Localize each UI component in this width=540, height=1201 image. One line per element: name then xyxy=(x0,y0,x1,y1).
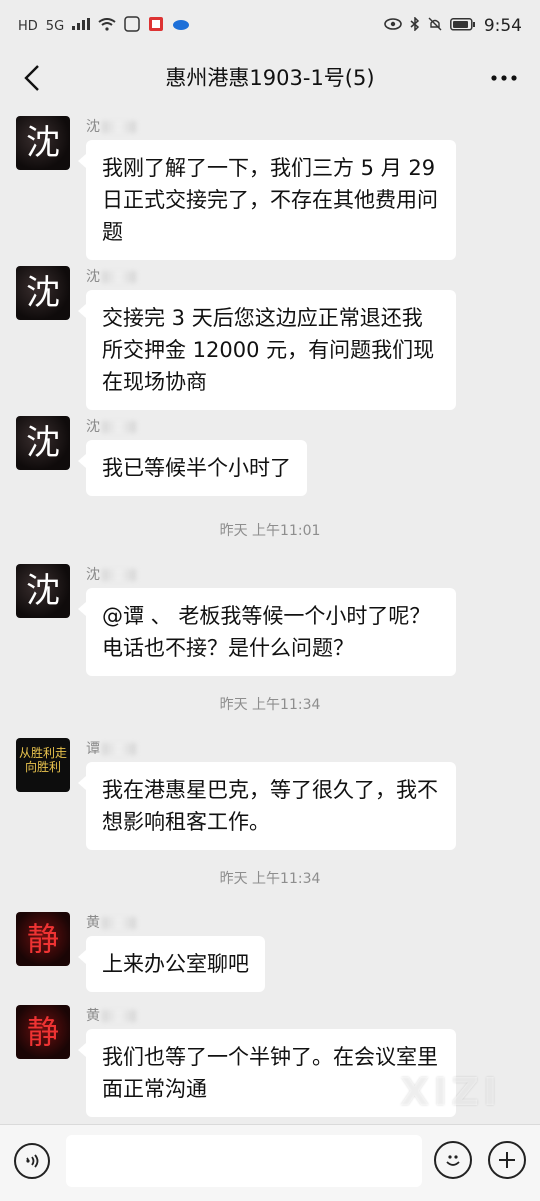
sender-avatar[interactable]: 沈 xyxy=(16,266,70,320)
voice-button[interactable] xyxy=(14,1143,50,1179)
message-bubble[interactable]: 上来办公室聊吧 xyxy=(78,936,265,992)
status-time: 9:54 xyxy=(483,16,522,36)
message-timestamp: 昨天 上午11:01 xyxy=(219,523,321,539)
message-bubble[interactable]: 我在港惠星巴克，等了很久了，我不想影响租客工作。 xyxy=(78,762,456,850)
message-bubble[interactable]: @谭 、 老板我等候一个小时了呢？电话也不接？是什么问题？ xyxy=(78,588,456,676)
sender-avatar[interactable]: 静 xyxy=(16,1005,70,1059)
sender-avatar[interactable]: 沈 xyxy=(16,416,70,470)
battery-icon xyxy=(449,17,476,35)
sender-name: 谭 xyxy=(86,738,136,758)
message-bubble[interactable]: 我刚了解了一下，我们三方 5 月 29 日正式交接完了，不存在其他费用问题 xyxy=(78,140,456,260)
emoji-icon xyxy=(446,1155,460,1166)
plus-icon xyxy=(499,1152,515,1168)
sender-name: 沈 xyxy=(86,266,136,286)
mute-bell-icon xyxy=(428,17,442,35)
eye-icon xyxy=(384,18,402,34)
status-bar: HD 5G 9:54 xyxy=(0,0,540,52)
message-bubble[interactable]: 我已等候半个小时了 xyxy=(78,440,307,496)
more-button[interactable] xyxy=(484,60,524,96)
bluetooth-icon xyxy=(410,16,420,35)
sender-name: 黄 xyxy=(86,912,136,932)
sender-avatar[interactable]: 沈 xyxy=(16,564,70,618)
chat-header: 惠州港惠1903-1号(5) xyxy=(0,52,540,104)
sender-name: 沈 xyxy=(86,564,136,584)
voice-icon xyxy=(26,1154,39,1168)
app-notification-icon xyxy=(124,16,140,36)
signal-5g-icon: 5G xyxy=(45,18,65,34)
chat-title: 惠州港惠1903-1号(5) xyxy=(165,66,375,90)
wifi-icon xyxy=(98,17,116,35)
watermark-logo: XIZI xyxy=(400,1070,502,1114)
sender-name: 黄 xyxy=(86,1005,136,1025)
more-dots-icon xyxy=(491,75,517,81)
input-bar xyxy=(0,1124,540,1201)
sender-name: 沈 xyxy=(86,416,136,436)
message-timestamp: 昨天 上午11:34 xyxy=(219,871,321,887)
emoji-button[interactable] xyxy=(434,1141,472,1179)
red-app-icon xyxy=(148,16,164,36)
signal-bars-icon xyxy=(72,18,91,34)
sender-avatar[interactable]: 从胜利走向胜利 xyxy=(16,738,70,792)
sender-name: 沈 xyxy=(86,116,136,136)
message-bubble[interactable]: 交接完 3 天后您这边应正常退还我所交押金 12000 元，有问题我们现在现场协… xyxy=(78,290,456,410)
plus-button[interactable] xyxy=(488,1141,526,1179)
sender-avatar[interactable]: 沈 xyxy=(16,116,70,170)
sender-avatar[interactable]: 静 xyxy=(16,912,70,966)
message-timestamp: 昨天 上午11:34 xyxy=(219,697,321,713)
cloud-app-icon xyxy=(172,17,190,35)
hd-icon: HD xyxy=(18,18,38,34)
message-input[interactable] xyxy=(66,1135,422,1187)
